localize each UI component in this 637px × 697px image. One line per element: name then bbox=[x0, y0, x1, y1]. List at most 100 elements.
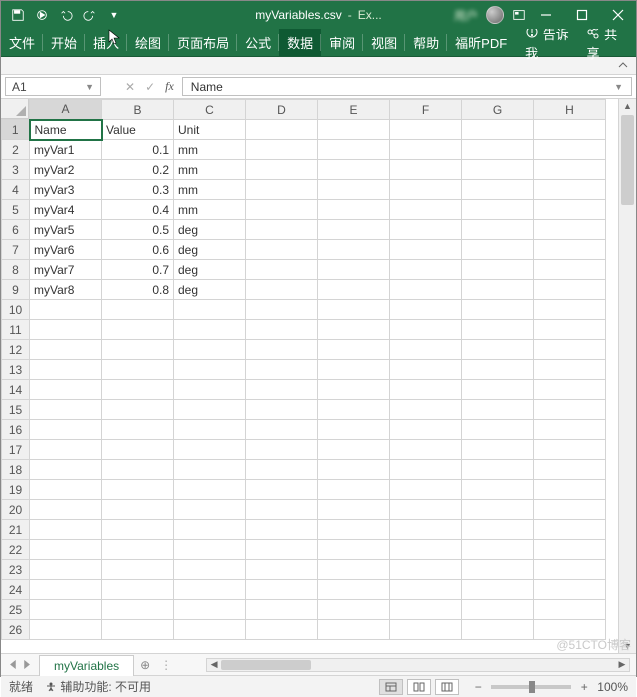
row-header-4[interactable]: 4 bbox=[2, 180, 30, 200]
cell-H7[interactable] bbox=[534, 240, 606, 260]
vertical-scrollbar[interactable]: ▲ ▼ bbox=[618, 99, 636, 653]
cell-H10[interactable] bbox=[534, 300, 606, 320]
cell-H26[interactable] bbox=[534, 620, 606, 640]
cell-C1[interactable]: Unit bbox=[174, 120, 246, 140]
cell-H20[interactable] bbox=[534, 500, 606, 520]
cell-A22[interactable] bbox=[30, 540, 102, 560]
cell-C4[interactable]: mm bbox=[174, 180, 246, 200]
cell-A18[interactable] bbox=[30, 460, 102, 480]
cell-B17[interactable] bbox=[102, 440, 174, 460]
cell-D2[interactable] bbox=[246, 140, 318, 160]
cell-A5[interactable]: myVar4 bbox=[30, 200, 102, 220]
cell-H5[interactable] bbox=[534, 200, 606, 220]
cell-B7[interactable]: 0.6 bbox=[102, 240, 174, 260]
cell-A21[interactable] bbox=[30, 520, 102, 540]
row-header-11[interactable]: 11 bbox=[2, 320, 30, 340]
cell-E21[interactable] bbox=[318, 520, 390, 540]
cell-E15[interactable] bbox=[318, 400, 390, 420]
formula-input[interactable]: Name ▼ bbox=[182, 77, 632, 96]
cell-C20[interactable] bbox=[174, 500, 246, 520]
cell-C3[interactable]: mm bbox=[174, 160, 246, 180]
cell-A17[interactable] bbox=[30, 440, 102, 460]
cell-F11[interactable] bbox=[390, 320, 462, 340]
ribbon-tab-绘图[interactable]: 绘图 bbox=[127, 29, 169, 56]
cell-B25[interactable] bbox=[102, 600, 174, 620]
cell-D9[interactable] bbox=[246, 280, 318, 300]
cell-B2[interactable]: 0.1 bbox=[102, 140, 174, 160]
row-header-22[interactable]: 22 bbox=[2, 540, 30, 560]
cell-C12[interactable] bbox=[174, 340, 246, 360]
cell-A8[interactable]: myVar7 bbox=[30, 260, 102, 280]
maximize-button[interactable] bbox=[564, 1, 600, 29]
row-header-23[interactable]: 23 bbox=[2, 560, 30, 580]
row-header-18[interactable]: 18 bbox=[2, 460, 30, 480]
row-header-6[interactable]: 6 bbox=[2, 220, 30, 240]
cell-A23[interactable] bbox=[30, 560, 102, 580]
cell-D3[interactable] bbox=[246, 160, 318, 180]
cell-F5[interactable] bbox=[390, 200, 462, 220]
cell-D16[interactable] bbox=[246, 420, 318, 440]
cell-H16[interactable] bbox=[534, 420, 606, 440]
view-page-break-button[interactable] bbox=[435, 679, 459, 695]
cell-B15[interactable] bbox=[102, 400, 174, 420]
cell-D7[interactable] bbox=[246, 240, 318, 260]
cell-B11[interactable] bbox=[102, 320, 174, 340]
cell-F23[interactable] bbox=[390, 560, 462, 580]
sheet-tab-active[interactable]: myVariables bbox=[39, 655, 134, 676]
cell-H15[interactable] bbox=[534, 400, 606, 420]
cell-F9[interactable] bbox=[390, 280, 462, 300]
cell-B4[interactable]: 0.3 bbox=[102, 180, 174, 200]
zoom-knob[interactable] bbox=[529, 681, 535, 693]
ribbon-tab-福昕PDF[interactable]: 福昕PDF bbox=[447, 29, 515, 56]
cell-E4[interactable] bbox=[318, 180, 390, 200]
cell-D10[interactable] bbox=[246, 300, 318, 320]
ribbon-tab-文件[interactable]: 文件 bbox=[1, 29, 43, 56]
cell-A3[interactable]: myVar2 bbox=[30, 160, 102, 180]
cell-C21[interactable] bbox=[174, 520, 246, 540]
cell-G2[interactable] bbox=[462, 140, 534, 160]
fx-icon[interactable]: fx bbox=[165, 79, 174, 94]
cell-G25[interactable] bbox=[462, 600, 534, 620]
account-area[interactable]: 用户 bbox=[454, 6, 526, 24]
row-header-12[interactable]: 12 bbox=[2, 340, 30, 360]
cell-G16[interactable] bbox=[462, 420, 534, 440]
cell-E9[interactable] bbox=[318, 280, 390, 300]
save-icon[interactable] bbox=[7, 4, 29, 26]
ribbon-tab-帮助[interactable]: 帮助 bbox=[405, 29, 447, 56]
cell-G26[interactable] bbox=[462, 620, 534, 640]
ribbon-tab-开始[interactable]: 开始 bbox=[43, 29, 85, 56]
cell-F21[interactable] bbox=[390, 520, 462, 540]
cell-E24[interactable] bbox=[318, 580, 390, 600]
row-header-7[interactable]: 7 bbox=[2, 240, 30, 260]
row-header-17[interactable]: 17 bbox=[2, 440, 30, 460]
cell-H25[interactable] bbox=[534, 600, 606, 620]
cell-E12[interactable] bbox=[318, 340, 390, 360]
cell-G8[interactable] bbox=[462, 260, 534, 280]
cell-A10[interactable] bbox=[30, 300, 102, 320]
cell-B14[interactable] bbox=[102, 380, 174, 400]
cell-C22[interactable] bbox=[174, 540, 246, 560]
cell-E13[interactable] bbox=[318, 360, 390, 380]
cell-D17[interactable] bbox=[246, 440, 318, 460]
qat-dropdown-icon[interactable]: ▼ bbox=[103, 4, 125, 26]
cell-D18[interactable] bbox=[246, 460, 318, 480]
cell-B19[interactable] bbox=[102, 480, 174, 500]
cell-E16[interactable] bbox=[318, 420, 390, 440]
row-header-26[interactable]: 26 bbox=[2, 620, 30, 640]
row-header-21[interactable]: 21 bbox=[2, 520, 30, 540]
cell-E2[interactable] bbox=[318, 140, 390, 160]
horizontal-scrollbar[interactable]: ◀ ▶ bbox=[206, 658, 630, 672]
cell-H22[interactable] bbox=[534, 540, 606, 560]
cell-G17[interactable] bbox=[462, 440, 534, 460]
accessibility-status[interactable]: 辅助功能: 不可用 bbox=[45, 678, 151, 695]
cell-F6[interactable] bbox=[390, 220, 462, 240]
cell-A16[interactable] bbox=[30, 420, 102, 440]
row-header-16[interactable]: 16 bbox=[2, 420, 30, 440]
cell-H4[interactable] bbox=[534, 180, 606, 200]
tell-me-button[interactable]: 告诉我 bbox=[525, 24, 576, 62]
cell-G3[interactable] bbox=[462, 160, 534, 180]
cell-A4[interactable]: myVar3 bbox=[30, 180, 102, 200]
spreadsheet-grid[interactable]: ABCDEFGH1NameValueUnit2myVar10.1mm3myVar… bbox=[1, 99, 606, 640]
cell-A20[interactable] bbox=[30, 500, 102, 520]
cell-C23[interactable] bbox=[174, 560, 246, 580]
